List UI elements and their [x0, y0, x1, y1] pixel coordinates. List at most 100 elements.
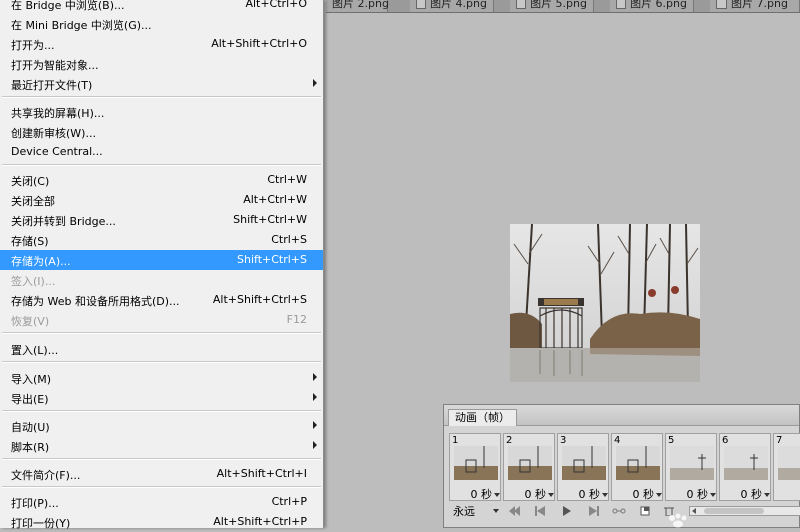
chevron-down-icon[interactable]	[548, 493, 554, 497]
menu-item-save-as[interactable]: 存储为(A)... Shift+Ctrl+S	[0, 250, 323, 270]
menu-item-share-my-screen[interactable]: 共享我的屏幕(H)...	[0, 102, 323, 122]
tab-animation-frames[interactable]: 动画（帧）	[448, 409, 517, 426]
menu-item-label: 文件简介(F)...	[11, 469, 81, 482]
menu-item-save[interactable]: 存储(S) Ctrl+S	[0, 230, 323, 250]
menu-item-close-and-go-to-bridge[interactable]: 关闭并转到 Bridge... Shift+Ctrl+W	[0, 210, 323, 230]
menu-item-label: 创建新审核(W)...	[11, 127, 96, 140]
menu-item-automate[interactable]: 自动(U)	[0, 416, 323, 436]
tween-button[interactable]	[608, 503, 630, 519]
animation-frame[interactable]: 1 0 秒	[449, 433, 501, 501]
previous-frame-button[interactable]	[530, 503, 552, 519]
document-tab[interactable]: 图片 7.png	[710, 0, 800, 12]
menu-item-label: 在 Bridge 中浏览(B)...	[11, 0, 125, 12]
menu-item-open-as-smart-object[interactable]: 打开为智能对象...	[0, 54, 323, 74]
menu-item-shortcut: Ctrl+P	[271, 495, 307, 508]
frame-number: 7	[776, 435, 783, 446]
next-frame-button[interactable]	[582, 503, 604, 519]
menu-item-export[interactable]: 导出(E)	[0, 388, 323, 408]
menu-separator	[2, 332, 321, 334]
animation-frame[interactable]: 4 0 秒	[611, 433, 663, 501]
document-tab[interactable]: 图片 6.png	[610, 0, 694, 12]
chevron-down-icon[interactable]	[764, 493, 770, 497]
menu-item-shortcut: Alt+Ctrl+O	[245, 0, 307, 10]
menu-item-close-all[interactable]: 关闭全部 Alt+Ctrl+W	[0, 190, 323, 210]
frame-number: 1	[452, 435, 459, 446]
document-tab[interactable]: 图片 2.png	[326, 0, 389, 12]
frame-delay[interactable]: 0 秒	[633, 488, 655, 501]
menu-item-shortcut: Ctrl+S	[271, 233, 307, 246]
menu-item-open-recent[interactable]: 最近打开文件(T)	[0, 74, 323, 94]
menu-item-file-info[interactable]: 文件简介(F)... Alt+Shift+Ctrl+I	[0, 464, 323, 484]
close-icon[interactable]	[516, 0, 527, 9]
frame-delay[interactable]: 0 秒	[687, 488, 709, 501]
frame-delay[interactable]: 0 秒	[741, 488, 763, 501]
first-frame-icon	[509, 506, 520, 516]
frame-delay[interactable]: 0 秒	[579, 488, 601, 501]
menu-item-create-new-review[interactable]: 创建新审核(W)...	[0, 122, 323, 142]
animation-frame[interactable]: 2 0 秒	[503, 433, 555, 501]
menu-item-save-for-web[interactable]: 存储为 Web 和设备所用格式(D)... Alt+Shift+Ctrl+S	[0, 290, 323, 310]
menu-item-label: 打开为...	[11, 39, 55, 52]
chevron-down-icon[interactable]	[710, 493, 716, 497]
menu-item-label: 自动(U)	[11, 421, 50, 434]
menu-item-check-in: 签入(I)...	[0, 270, 323, 290]
chevron-down-icon[interactable]	[656, 493, 662, 497]
frame-scrollbar[interactable]	[689, 506, 800, 516]
menu-item-browse-in-bridge[interactable]: 在 Bridge 中浏览(B)... Alt+Ctrl+O	[0, 0, 323, 14]
tab-label: 图片 6.png	[630, 0, 687, 10]
previous-frame-icon	[535, 506, 545, 516]
canvas-image	[510, 224, 700, 382]
loop-value: 永远	[453, 505, 475, 518]
menu-item-print-one-copy[interactable]: 打印一份(Y) Alt+Shift+Ctrl+P	[0, 512, 323, 532]
document-tab[interactable]: 图片 5.png	[510, 0, 594, 12]
close-icon[interactable]	[716, 0, 727, 9]
menu-separator	[2, 486, 321, 488]
chevron-down-icon[interactable]	[602, 493, 608, 497]
menu-item-label: 存储为(A)...	[11, 255, 71, 268]
close-icon[interactable]	[416, 0, 427, 9]
tab-label: 图片 7.png	[731, 0, 788, 10]
menu-item-place[interactable]: 置入(L)...	[0, 339, 323, 359]
frame-strip: 1 0 秒 2 0 秒 3 0 秒 4 0 秒 5 0 秒 6 0 秒 7	[449, 433, 800, 503]
loop-select[interactable]: 永远	[449, 503, 499, 520]
menu-separator	[2, 458, 321, 460]
frame-thumbnail	[778, 446, 800, 480]
tween-icon	[612, 508, 626, 514]
play-button[interactable]	[556, 503, 578, 519]
menu-item-close[interactable]: 关闭(C) Ctrl+W	[0, 170, 323, 190]
menu-item-device-central[interactable]: Device Central...	[0, 142, 323, 162]
frame-delay[interactable]: 0 秒	[471, 488, 493, 501]
scrollbar-thumb[interactable]	[704, 508, 764, 514]
menu-item-shortcut: Alt+Shift+Ctrl+I	[216, 467, 307, 480]
animation-frame[interactable]: 6 0 秒	[719, 433, 771, 501]
menu-item-open-as[interactable]: 打开为... Alt+Shift+Ctrl+O	[0, 34, 323, 54]
menu-item-label: 存储(S)	[11, 235, 49, 248]
menu-item-label: 打印(P)...	[11, 497, 59, 510]
new-frame-button[interactable]	[634, 503, 656, 519]
animation-controls: 永远	[444, 501, 800, 527]
submenu-arrow-icon	[313, 441, 317, 449]
chevron-down-icon[interactable]	[494, 493, 500, 497]
frame-number: 2	[506, 435, 513, 446]
menu-item-browse-in-mini-bridge[interactable]: 在 Mini Bridge 中浏览(G)...	[0, 14, 323, 34]
animation-frame[interactable]: 5 0 秒	[665, 433, 717, 501]
menu-item-revert: 恢复(V) F12	[0, 310, 323, 330]
menu-item-scripts[interactable]: 脚本(R)	[0, 436, 323, 456]
close-icon[interactable]	[616, 0, 627, 9]
menu-item-import[interactable]: 导入(M)	[0, 368, 323, 388]
animation-frame[interactable]: 7	[773, 433, 800, 501]
frame-thumbnail	[454, 446, 498, 480]
menu-item-label: 置入(L)...	[11, 344, 59, 357]
chevron-down-icon[interactable]	[493, 509, 499, 513]
frame-delay[interactable]: 0 秒	[525, 488, 547, 501]
new-frame-icon	[640, 506, 650, 516]
first-frame-button[interactable]	[504, 503, 526, 519]
menu-item-label: 签入(I)...	[11, 275, 56, 288]
menu-item-label: 在 Mini Bridge 中浏览(G)...	[11, 19, 152, 32]
document-tab[interactable]: 图片 4.png	[410, 0, 494, 12]
menu-separator	[2, 361, 321, 363]
next-frame-icon	[589, 506, 599, 516]
menu-item-print[interactable]: 打印(P)... Ctrl+P	[0, 492, 323, 512]
menu-item-shortcut: Shift+Ctrl+S	[237, 253, 307, 266]
animation-frame[interactable]: 3 0 秒	[557, 433, 609, 501]
